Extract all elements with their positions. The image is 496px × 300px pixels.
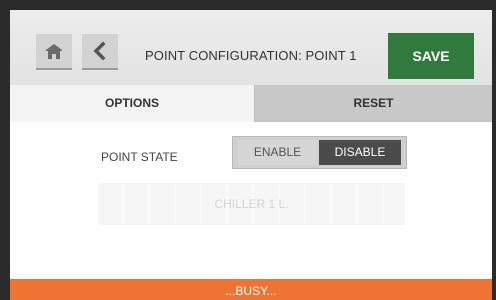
chevron-left-icon <box>93 41 106 61</box>
enable-option[interactable]: ENABLE <box>238 140 317 165</box>
screen: POINT CONFIGURATION: POINT 1 SAVE OPTION… <box>10 10 492 300</box>
tab-bar: OPTIONS RESET <box>10 85 492 122</box>
disable-option[interactable]: DISABLE <box>319 140 401 165</box>
back-button[interactable] <box>82 34 118 70</box>
tab-options[interactable]: OPTIONS <box>10 85 254 122</box>
point-state-label: POINT STATE <box>101 150 178 164</box>
page-title: POINT CONFIGURATION: POINT 1 <box>145 48 357 63</box>
point-state-toggle: ENABLE DISABLE <box>232 136 407 169</box>
point-name-field[interactable] <box>98 183 405 225</box>
save-button[interactable]: SAVE <box>388 33 474 79</box>
header-bar: POINT CONFIGURATION: POINT 1 SAVE <box>10 10 492 85</box>
home-icon <box>46 44 62 59</box>
home-button[interactable] <box>36 34 72 70</box>
tab-reset[interactable]: RESET <box>254 85 492 122</box>
status-bar: ...BUSY... <box>10 279 492 300</box>
